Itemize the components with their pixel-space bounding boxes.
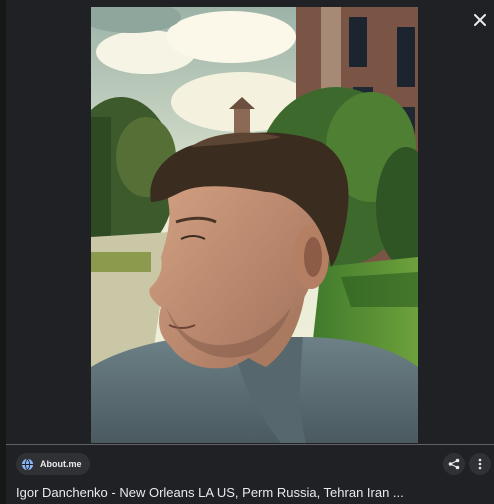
close-button[interactable] (468, 8, 492, 32)
source-link-chip[interactable]: About.me (16, 453, 90, 475)
share-button[interactable] (443, 453, 465, 475)
result-title-link[interactable]: Igor Danchenko - New Orleans LA US, Perm… (16, 485, 486, 500)
more-options-button[interactable] (469, 453, 491, 475)
globe-icon (21, 458, 34, 470)
close-icon (474, 14, 486, 26)
share-icon (448, 458, 460, 470)
divider (6, 444, 494, 445)
preview-image[interactable] (91, 7, 418, 443)
portrait-photo (91, 7, 418, 443)
more-vert-icon (478, 458, 482, 470)
source-label: About.me (40, 459, 82, 469)
